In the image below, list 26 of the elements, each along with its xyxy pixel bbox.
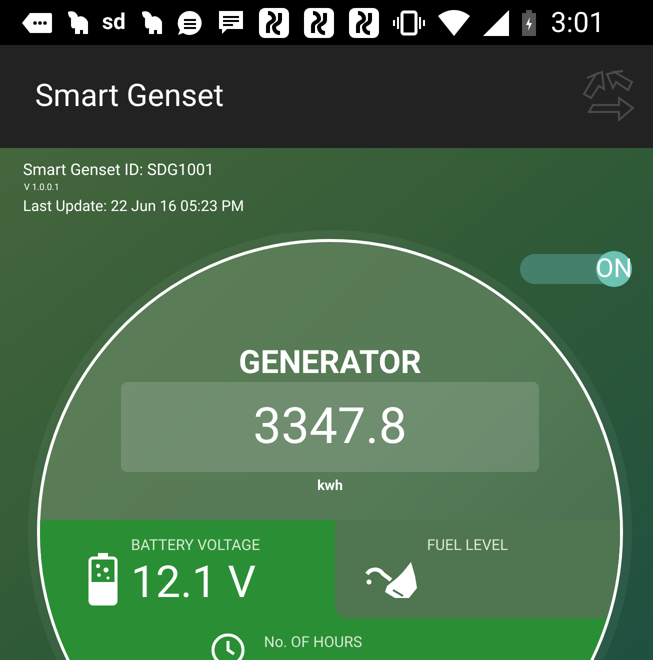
battery-voltage-value: 12.1 V	[131, 556, 257, 608]
notification-text: sd	[102, 12, 126, 34]
battery-icon	[522, 10, 536, 36]
app-icon	[258, 6, 290, 38]
wifi-icon	[438, 10, 470, 36]
tag-icon	[22, 12, 52, 34]
device-id: Smart Genset ID: SDG1001	[23, 159, 215, 181]
app-title: Smart Genset	[35, 76, 224, 116]
energy-unit: kwh	[317, 477, 343, 496]
app-icon	[302, 6, 335, 38]
version-text: V 1.0.0.1	[24, 182, 60, 194]
generator-title: GENERATOR	[238, 342, 422, 382]
chat-icon	[216, 8, 245, 36]
tile-label: FUEL LEVEL	[427, 535, 508, 556]
last-update-text: Last Update: 22 Jun 16 05:23 PM	[23, 196, 245, 217]
clock-time: 3:01	[550, 8, 605, 36]
clock-icon	[210, 632, 246, 660]
energy-reading: 3347.8	[253, 402, 407, 452]
tile-label: BATTERY VOLTAGE	[131, 535, 260, 556]
battery-icon	[88, 552, 118, 606]
vibrate-icon	[392, 10, 425, 36]
power-toggle[interactable]: ON	[520, 254, 632, 284]
signal-icon	[482, 10, 509, 36]
message-bubble-icon	[176, 8, 204, 36]
app-icon	[348, 6, 380, 38]
tile-label: No. OF HOURS	[264, 632, 362, 652]
